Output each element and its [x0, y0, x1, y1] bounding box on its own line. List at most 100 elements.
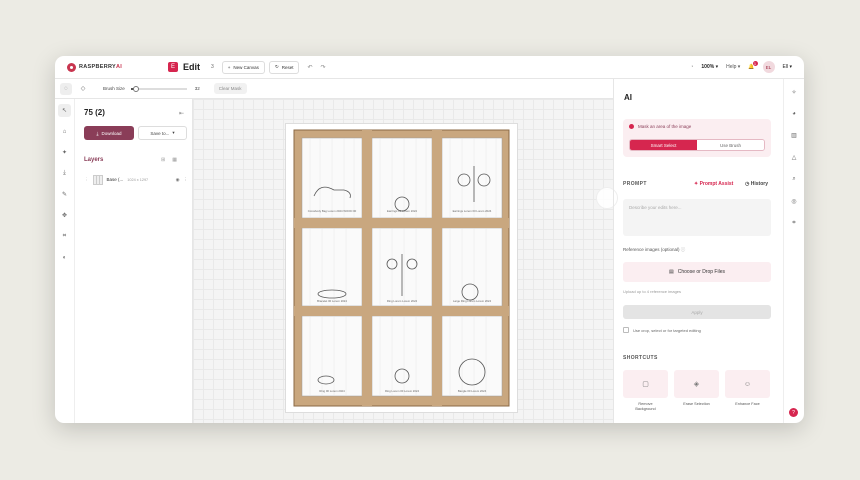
notifications-icon[interactable]: 🔔 1 [748, 61, 758, 70]
avatar[interactable]: EL [762, 61, 775, 73]
redo-icon[interactable]: ↷ [321, 64, 326, 71]
more-options-icon[interactable]: ⋮ [184, 177, 189, 183]
brush-size-value: 32 [194, 86, 200, 91]
shortcuts-heading: SHORTCUTS [623, 355, 658, 361]
mask-mode-toggle: Smart Select Use Brush [629, 139, 765, 151]
shortcut-label: Enhance Face [735, 402, 760, 406]
remove-background-shortcut[interactable]: ▢ [623, 370, 668, 398]
frame-icon[interactable]: ⌗ [792, 220, 795, 227]
help-icon[interactable]: ? [789, 408, 798, 417]
trash-icon[interactable]: ▥ [791, 132, 797, 139]
cabinet-drawing: Crossbody Bag Lorem 2024 WOOD 00 Earring… [285, 123, 518, 413]
left-tool-rail: ↖ ⌂ ✦ ⤓ ✎ ✥ ⌗ ◐ [55, 99, 75, 423]
upload-icon: ▤ [669, 269, 674, 275]
drawing-caption: Earrings 00 Lorem 2024 [387, 209, 417, 213]
edit-count: 3 [211, 64, 214, 70]
drawing-caption: Bracelet 00 Lorem 2024 [317, 299, 347, 303]
layer-row[interactable]: ⋮ Base (... 1024 x 1297 ◉ ⋮ [84, 172, 188, 187]
move-tool-icon[interactable]: ✥ [58, 209, 71, 222]
project-title: 75 (2) [84, 108, 105, 117]
canvas-area[interactable]: Crossbody Bag Lorem 2024 WOOD 00 Earring… [193, 99, 618, 423]
plus-icon: + [227, 64, 231, 70]
eraser-tool-icon[interactable]: ◇ [77, 83, 89, 95]
grid-icon[interactable]: ▦ [172, 157, 177, 163]
raspberry-logo-icon [67, 62, 76, 72]
top-right-controls: ◔ 100% ▾ Help ▾ 🔔 1 EL Ell ▾ [690, 61, 792, 73]
app-window: RASPBERRYAI E Edit 3 + New Canvas ↻ Rese… [55, 56, 804, 423]
page-title: Edit [183, 62, 200, 72]
erase-selection-shortcut[interactable]: ◈ [674, 370, 719, 398]
drawing-caption: Earrings Lorem 00 Lorem 2024 [453, 209, 492, 213]
right-tool-rail: ✧ ◕ ▥ △ ⌕ ◎ ⌗ [783, 79, 804, 423]
checkbox-icon[interactable] [623, 327, 629, 333]
save-to-button[interactable]: Save to... ▾ [138, 126, 187, 140]
refresh-icon: ↻ [274, 64, 279, 69]
warning-icon[interactable]: △ [792, 154, 797, 161]
brush-toolbar: ◌ ◇ Brush Size 32 Clear Mask [55, 79, 613, 99]
info-dot-icon [629, 124, 634, 129]
shortcut-label: Remove Background [635, 402, 656, 411]
select-tool-icon[interactable]: ↖ [58, 104, 71, 117]
edit-badge-icon: E [168, 62, 178, 72]
sync-icon[interactable]: ◔ [690, 64, 693, 70]
magic-wand-icon[interactable]: ✦ [58, 146, 71, 159]
collapse-panel-icon[interactable]: ⇤ [179, 110, 184, 117]
layers-panel: 75 (2) ⇤ ⤓ Download Save to... ▾ Layers … [75, 99, 193, 423]
smart-select-button[interactable]: Smart Select [630, 140, 697, 150]
crop-checkbox[interactable]: Use crop, select or for targeted editing [623, 327, 701, 333]
pen-tool-icon[interactable]: ✎ [58, 188, 71, 201]
mask-label: Mask an area of the image [629, 124, 691, 129]
face-icon: ☺ [743, 380, 752, 388]
drawing-caption: Bangle 00 Lorem 2024 [458, 389, 487, 393]
palette-icon[interactable]: ◕ [792, 111, 796, 117]
layer-thumbnail [92, 174, 103, 185]
drawing-caption: Crossbody Bag Lorem 2024 WOOD 00 [308, 209, 357, 213]
drag-handle-icon[interactable]: ⋮ [84, 177, 89, 183]
ai-panel-title: AI [624, 93, 632, 102]
logo[interactable]: RASPBERRYAI [67, 62, 155, 72]
user-menu[interactable]: Ell ▾ [783, 64, 792, 70]
ai-panel: AI Mask an area of the image Smart Selec… [613, 79, 783, 423]
clear-mask-button[interactable]: Clear Mask [213, 83, 247, 94]
brush-size-label: Brush Size [103, 86, 125, 91]
notification-count-badge: 1 [752, 61, 758, 66]
image-icon: ▢ [642, 381, 649, 388]
prompt-heading: PROMPT [623, 181, 647, 187]
download-icon: ⤓ [96, 130, 99, 136]
download-button[interactable]: ⤓ Download [84, 126, 134, 140]
use-brush-button[interactable]: Use Brush [697, 140, 764, 150]
reference-images-label: Reference images (optional) ⓘ [623, 247, 686, 252]
new-canvas-button[interactable]: + New Canvas [221, 60, 265, 74]
layers-heading: Layers [84, 157, 104, 163]
undo-icon[interactable]: ↶ [307, 64, 312, 71]
sparkles-icon[interactable]: ✧ [791, 89, 796, 96]
brush-tool-icon[interactable]: ◌ [60, 82, 72, 95]
drawing-caption: Ring Lorem 00 Lorem 2024 [385, 389, 419, 393]
brush-size-slider[interactable] [130, 85, 187, 92]
face-scan-icon[interactable]: ◎ [791, 198, 796, 205]
shortcut-label: Erase Selection [683, 402, 710, 406]
info-icon: ⓘ [680, 247, 686, 252]
top-bar: RASPBERRYAI E Edit 3 + New Canvas ↻ Rese… [55, 56, 804, 79]
crop-tool-icon[interactable]: ⌗ [58, 230, 71, 243]
download-tool-icon[interactable]: ⤓ [58, 167, 71, 180]
logo-text: RASPBERRYAI [79, 64, 123, 70]
help-menu[interactable]: Help ▾ [726, 64, 740, 70]
apply-button[interactable]: Apply [623, 305, 771, 319]
mask-box: Mask an area of the image Smart Select U… [623, 119, 771, 157]
brush-size-knob[interactable] [133, 85, 140, 92]
prompt-input[interactable]: Describe your edits here... [623, 199, 771, 236]
paint-tool-icon[interactable]: ⌂ [58, 125, 71, 138]
choose-files-button[interactable]: ▤ Choose or Drop Files [623, 262, 771, 282]
zoom-select[interactable]: 100% ▾ [701, 64, 718, 70]
prompt-assist-button[interactable]: ✦ Prompt Assist [694, 181, 733, 187]
color-tool-icon[interactable]: ◐ [58, 251, 71, 264]
enhance-face-shortcut[interactable]: ☺ [725, 370, 770, 398]
reset-button[interactable]: ↻ Reset [268, 60, 300, 74]
search-icon[interactable]: ⌕ [792, 176, 795, 183]
add-layer-icon[interactable]: ⊞ [161, 157, 165, 163]
visibility-eye-icon[interactable]: ◉ [176, 177, 180, 183]
layer-size: 1024 x 1297 [127, 177, 149, 182]
history-button[interactable]: ◷ History [745, 181, 768, 187]
layer-name: Base (... [106, 177, 124, 182]
